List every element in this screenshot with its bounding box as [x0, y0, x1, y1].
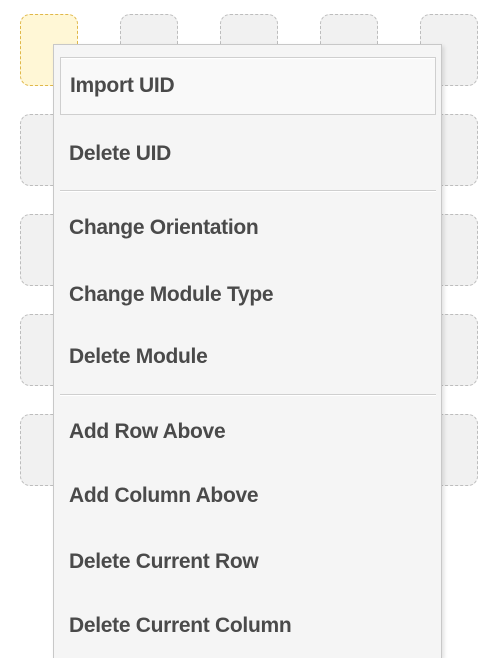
menu-item-delete-current-row[interactable]: Delete Current Row [60, 533, 436, 591]
menu-separator [60, 394, 436, 396]
menu-item-change-orientation[interactable]: Change Orientation [60, 199, 436, 257]
menu-item-delete-current-column[interactable]: Delete Current Column [60, 597, 436, 655]
menu-item-add-column-above[interactable]: Add Column Above [60, 467, 436, 525]
menu-item-delete-uid[interactable]: Delete UID [60, 125, 436, 183]
menu-item-add-row-above[interactable]: Add Row Above [60, 403, 436, 461]
context-menu: Import UID Delete UID Change Orientation… [53, 44, 442, 658]
menu-item-import-uid[interactable]: Import UID [60, 57, 436, 115]
menu-separator [60, 190, 436, 192]
menu-item-delete-module[interactable]: Delete Module [60, 328, 436, 386]
menu-item-change-module-type[interactable]: Change Module Type [60, 266, 436, 324]
